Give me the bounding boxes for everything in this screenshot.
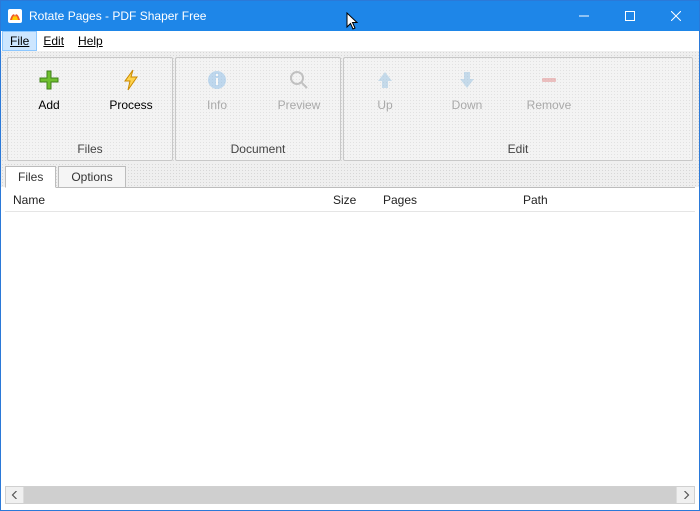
process-button[interactable]: Process [90,58,172,139]
scroll-thumb[interactable] [24,487,676,503]
window-controls [561,1,699,31]
column-pages[interactable]: Pages [375,189,515,211]
menu-edit[interactable]: Edit [36,32,71,50]
minimize-button[interactable] [561,1,607,31]
process-label: Process [109,98,152,112]
close-button[interactable] [653,1,699,31]
up-label: Up [377,98,392,112]
app-icon [7,8,23,24]
tab-files[interactable]: Files [5,166,56,188]
remove-label: Remove [527,98,572,112]
tabstrip: Files Options [1,163,699,187]
arrow-down-icon [455,68,479,92]
column-headers: Name Size Pages Path [5,188,695,212]
preview-label: Preview [278,98,321,112]
info-icon [205,68,229,92]
maximize-button[interactable] [607,1,653,31]
add-label: Add [38,98,59,112]
file-list: Name Size Pages Path [5,187,695,486]
horizontal-scrollbar[interactable] [5,486,695,504]
down-button[interactable]: Down [426,58,508,139]
list-body[interactable] [5,212,695,486]
titlebar: Rotate Pages - PDF Shaper Free [1,1,699,31]
add-button[interactable]: Add [8,58,90,139]
group-document-label: Document [176,139,340,160]
minus-icon [537,68,561,92]
arrow-up-icon [373,68,397,92]
column-size[interactable]: Size [325,189,375,211]
scroll-track[interactable] [24,487,676,503]
toolbar-group-edit: Up Down Remove Edit [343,57,693,161]
remove-button[interactable]: Remove [508,58,590,139]
magnify-icon [287,68,311,92]
info-button[interactable]: Info [176,58,258,139]
scroll-left-button[interactable] [6,487,24,503]
toolbar-group-files: Add Process Files [7,57,173,161]
column-name[interactable]: Name [5,189,325,211]
group-files-label: Files [8,139,172,160]
preview-button[interactable]: Preview [258,58,340,139]
lightning-icon [119,68,143,92]
group-edit-label: Edit [344,139,692,160]
up-button[interactable]: Up [344,58,426,139]
down-label: Down [452,98,483,112]
tab-options[interactable]: Options [58,166,125,187]
menu-file[interactable]: File [3,32,36,50]
scroll-right-button[interactable] [676,487,694,503]
plus-icon [37,68,61,92]
column-path[interactable]: Path [515,189,695,211]
menu-help[interactable]: Help [71,32,110,50]
toolbar-group-document: Info Preview Document [175,57,341,161]
info-label: Info [207,98,227,112]
toolbar: Add Process Files Info Pre [1,51,699,163]
cursor-icon [346,12,360,35]
window-title: Rotate Pages - PDF Shaper Free [29,9,206,23]
